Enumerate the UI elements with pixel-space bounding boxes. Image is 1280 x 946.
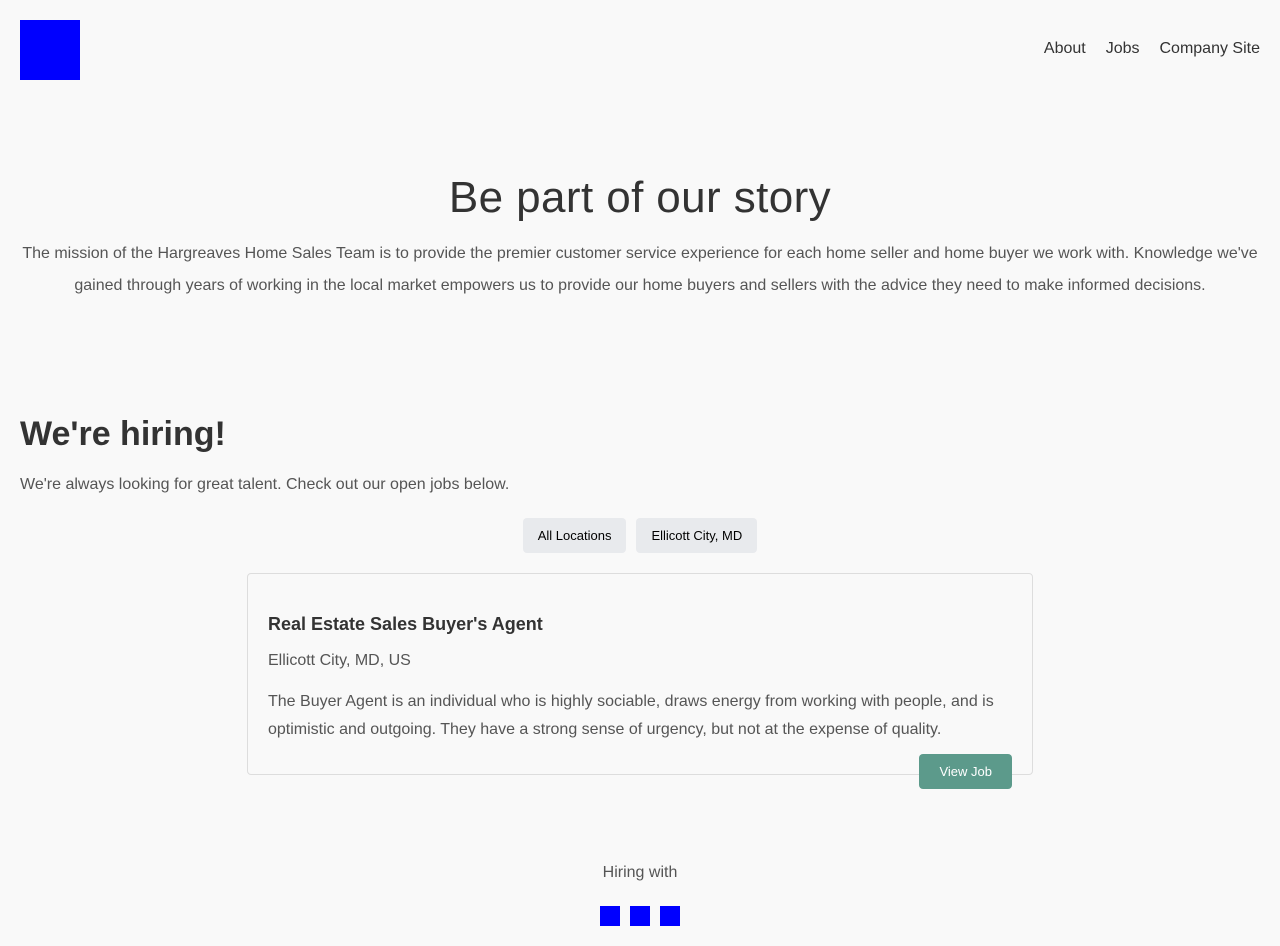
- job-title[interactable]: Real Estate Sales Buyer's Agent: [268, 612, 1012, 636]
- job-card: Real Estate Sales Buyer's Agent Ellicott…: [247, 573, 1033, 789]
- nav-link-about[interactable]: About: [1044, 39, 1086, 59]
- job-location: Ellicott City, MD, US: [268, 652, 411, 669]
- social-icon-1[interactable]: [600, 906, 620, 926]
- location-filters: All Locations Ellicott City, MD: [0, 518, 1280, 553]
- site-footer: Hiring with: [0, 862, 1280, 926]
- hero-description: The mission of the Hargreaves Home Sales…: [22, 245, 1258, 294]
- top-nav: About Jobs Company Site: [1044, 39, 1260, 59]
- social-icon-3[interactable]: [660, 906, 680, 926]
- nav-link-jobs[interactable]: Jobs: [1106, 39, 1140, 59]
- job-description: The Buyer Agent is an individual who is …: [268, 693, 994, 738]
- filter-ellicott-city-button[interactable]: Ellicott City, MD: [636, 518, 758, 553]
- hiring-section: We're hiring! We're always looking for g…: [20, 410, 1260, 496]
- site-header: About Jobs Company Site: [0, 0, 1280, 100]
- hero-section: Be part of our story The mission of the …: [0, 170, 1280, 302]
- hiring-with-label: Hiring with: [602, 864, 678, 881]
- hero-title: Be part of our story: [448, 173, 832, 222]
- view-job-button[interactable]: View Job: [919, 754, 1012, 789]
- hiring-title: We're hiring!: [20, 415, 226, 453]
- filter-all-locations-button[interactable]: All Locations: [522, 518, 627, 553]
- hiring-subtitle: We're always looking for great talent. C…: [20, 476, 510, 493]
- company-logo[interactable]: [20, 20, 80, 80]
- social-links: [0, 906, 1280, 926]
- social-icon-2[interactable]: [630, 906, 650, 926]
- nav-link-company-site[interactable]: Company Site: [1160, 39, 1261, 59]
